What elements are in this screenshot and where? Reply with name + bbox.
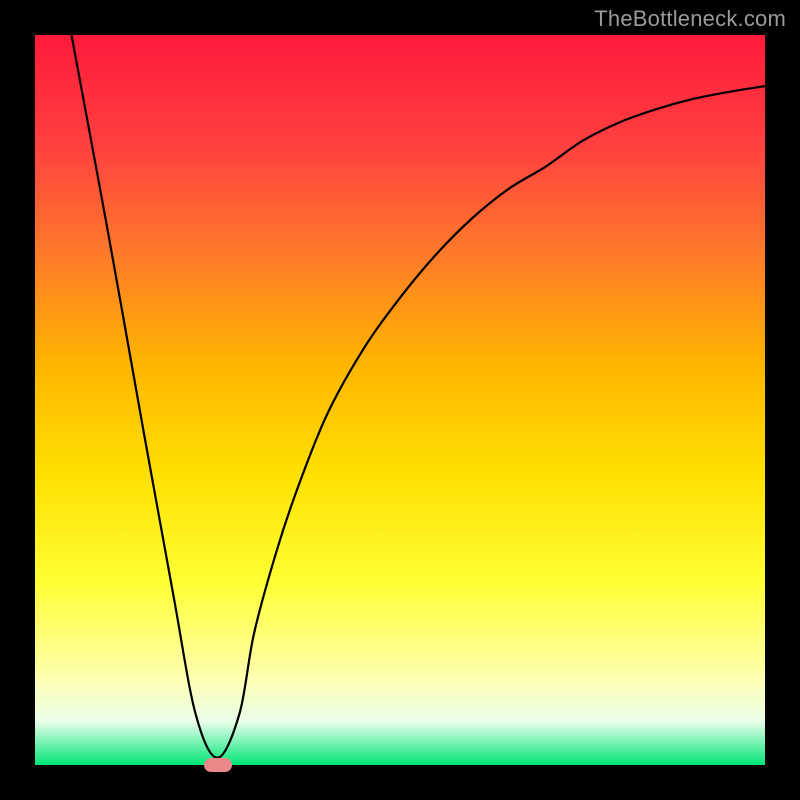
optimum-marker	[204, 758, 232, 772]
watermark-text: TheBottleneck.com	[594, 6, 786, 32]
chart-container: TheBottleneck.com	[0, 0, 800, 800]
plot-area	[35, 35, 765, 765]
bottleneck-curve	[72, 35, 766, 758]
curve-svg	[35, 35, 765, 765]
